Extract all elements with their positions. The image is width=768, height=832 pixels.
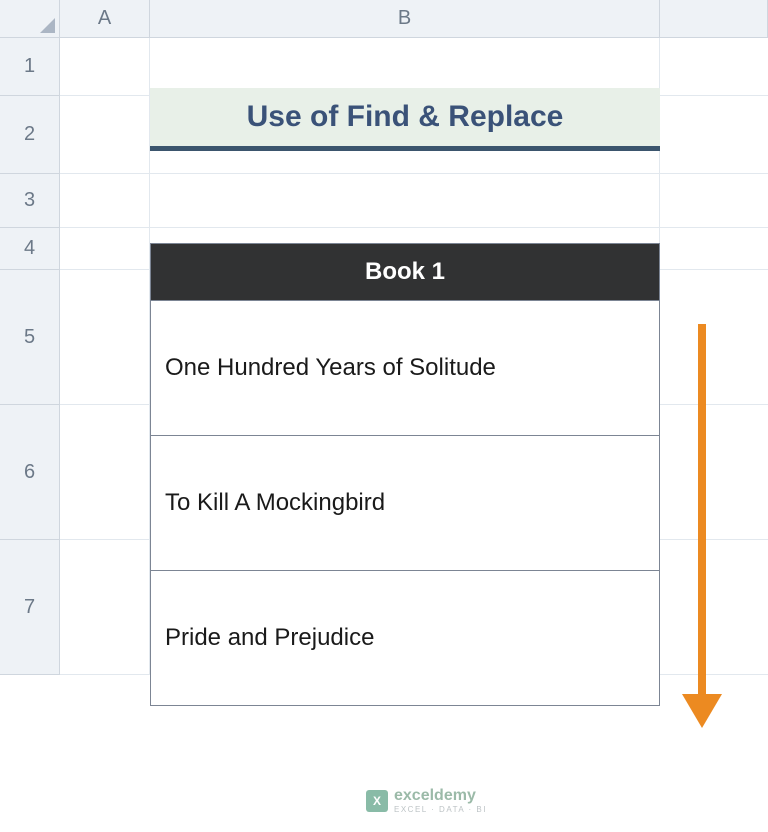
watermark: X exceldemy EXCEL · DATA · BI: [366, 788, 487, 814]
table-header[interactable]: Book 1: [150, 243, 660, 301]
table-row[interactable]: Pride and Prejudice: [150, 571, 660, 706]
row-header-3[interactable]: 3: [0, 174, 60, 228]
column-header-a[interactable]: A: [60, 0, 150, 38]
watermark-icon: X: [366, 790, 388, 812]
row-header-5[interactable]: 5: [0, 270, 60, 405]
row-header-6[interactable]: 6: [0, 405, 60, 540]
table-row[interactable]: One Hundred Years of Solitude: [150, 301, 660, 436]
down-arrow-annotation: [682, 324, 722, 729]
row-header-2[interactable]: 2: [0, 96, 60, 174]
column-header-blank[interactable]: [660, 0, 768, 38]
watermark-text: exceldemy EXCEL · DATA · BI: [394, 788, 487, 814]
select-all-corner[interactable]: [0, 0, 60, 38]
column-header-b[interactable]: B: [150, 0, 660, 38]
page-title: Use of Find & Replace: [150, 88, 660, 151]
watermark-tagline: EXCEL · DATA · BI: [394, 806, 487, 814]
data-table: Book 1 One Hundred Years of Solitude To …: [150, 243, 660, 706]
table-row[interactable]: To Kill A Mockingbird: [150, 436, 660, 571]
arrow-head-icon: [682, 694, 722, 728]
row-header-7[interactable]: 7: [0, 540, 60, 675]
arrow-shaft: [698, 324, 706, 704]
watermark-brand: exceldemy: [394, 788, 487, 804]
worksheet-area[interactable]: Use of Find & Replace Book 1 One Hundred…: [60, 38, 768, 675]
spreadsheet-grid: A B 1 Use of Find & Replace Book 1 One H…: [0, 0, 768, 675]
row-header-4[interactable]: 4: [0, 228, 60, 270]
row-header-1[interactable]: 1: [0, 38, 60, 96]
